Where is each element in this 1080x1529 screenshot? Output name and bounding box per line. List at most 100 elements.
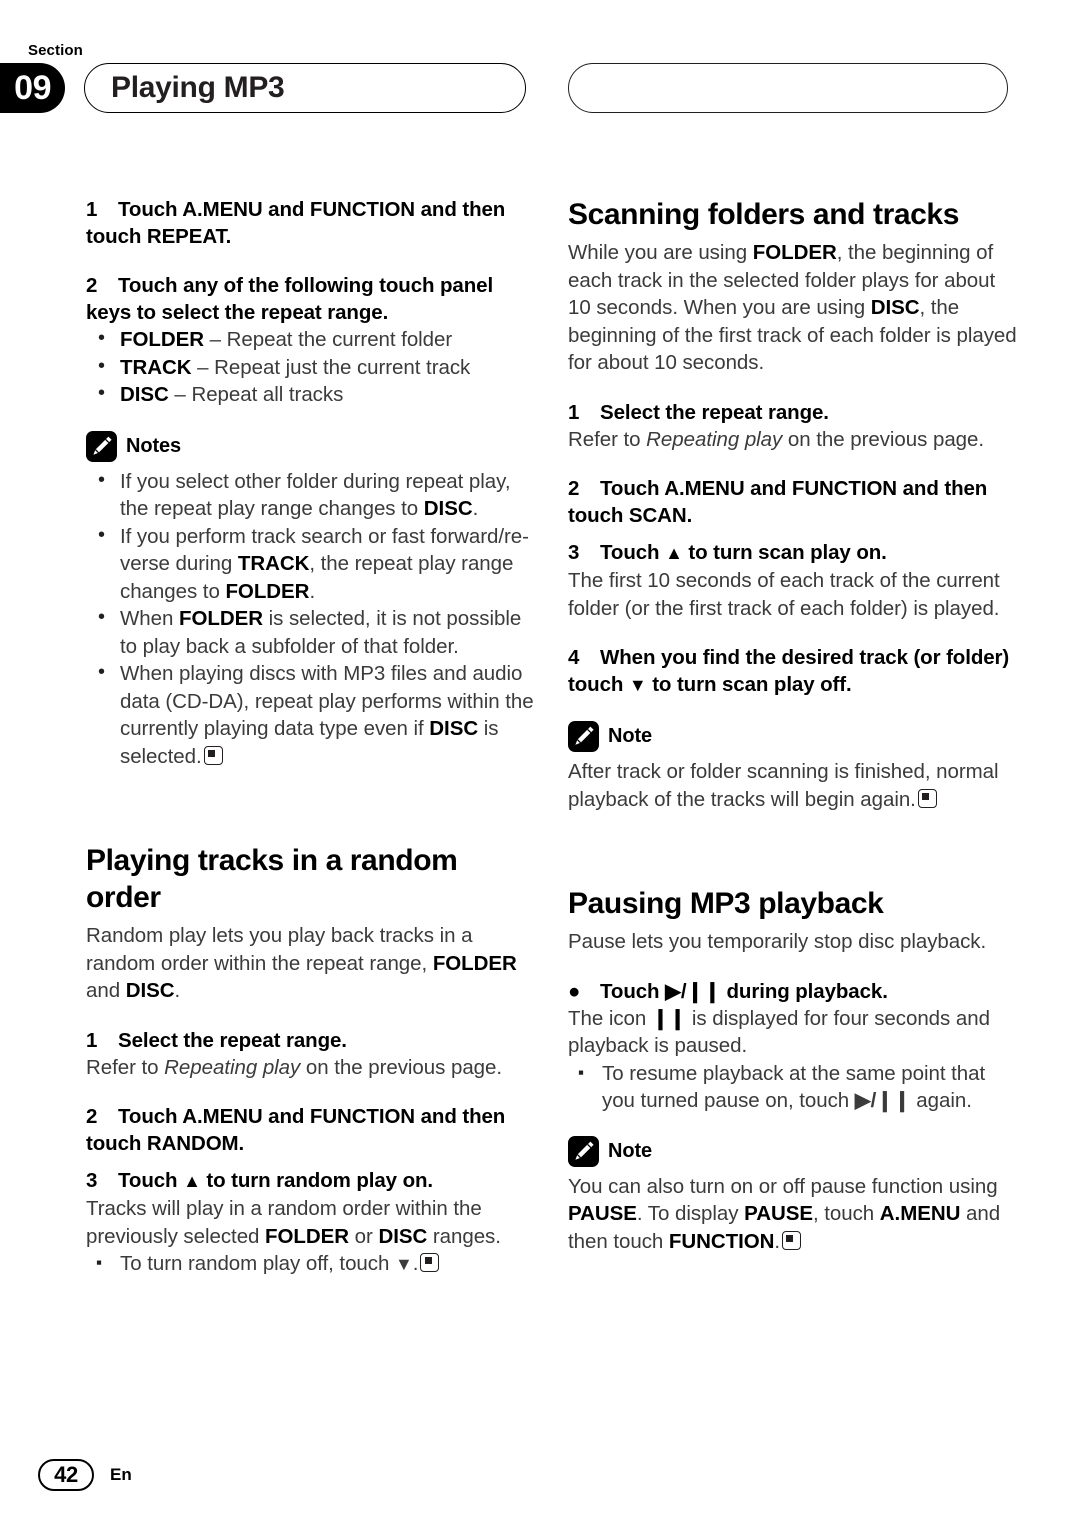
- note-title: Note: [608, 725, 653, 747]
- repeat-options-list: FOLDER – Repeat the current folder TRACK…: [86, 325, 538, 409]
- step-number: 2: [86, 1105, 98, 1128]
- paragraph-text: and: [86, 979, 126, 1002]
- paragraph: The icon ❙❙ is displayed for four second…: [568, 1005, 1020, 1060]
- end-of-section-marker: [420, 1253, 440, 1272]
- step-number: 1: [86, 1028, 98, 1052]
- paragraph-text: Random play lets you play back tracks in…: [86, 924, 473, 975]
- paragraph-bold: FOLDER: [265, 1224, 350, 1248]
- list-item: If you select other folder during repeat…: [86, 467, 538, 523]
- paragraph-text: While you are using: [568, 241, 753, 264]
- bullet-symbol: ●: [568, 979, 581, 1003]
- step-number: 4: [568, 646, 580, 669]
- step-item: 4 When you find the desired track (or fol…: [568, 644, 1020, 699]
- paragraph-text: or: [349, 1224, 379, 1248]
- step-item: 1 Select the repeat range.: [86, 1027, 538, 1054]
- section-heading: Playing tracks in a random order: [86, 844, 458, 914]
- step-text: Touch: [600, 541, 666, 564]
- page-title: Playing MP3: [84, 63, 526, 113]
- paragraph-text: The icon: [568, 1006, 652, 1030]
- triangle-down-icon: ▼: [628, 675, 647, 695]
- end-of-section-marker: [782, 1230, 802, 1250]
- note-bold: FOLDER: [179, 607, 263, 630]
- paragraph-text: To turn random play off, touch: [120, 1252, 395, 1275]
- sub-bullet-list: To turn random play off, touch ▼.: [86, 1249, 538, 1278]
- step-text: Select the repeat range.: [600, 400, 829, 424]
- step-number: 2: [568, 477, 580, 500]
- step-item: ● Touch ▶/❙❙ during playback.: [568, 978, 1020, 1005]
- paragraph: Refer to Repeating play on the previous …: [86, 1054, 538, 1082]
- list-item: If you perform track search or fast forw…: [86, 522, 538, 606]
- step-item: 2 Touch A.MENU and FUNCTION and then touc…: [568, 475, 1020, 529]
- sub-bullet-list: To resume playback at the same point tha…: [568, 1059, 1020, 1114]
- list-item: When playing discs with MP3 files and au…: [86, 659, 538, 770]
- note-text: When: [120, 607, 179, 630]
- paragraph-bold: FUNCTION: [668, 1229, 775, 1253]
- paragraph-text: .: [412, 1252, 419, 1275]
- option-desc: Repeat the current folder: [226, 328, 453, 351]
- pencil-icon: [86, 430, 117, 462]
- note-bold: TRACK: [237, 552, 310, 575]
- step-number: 3: [568, 541, 580, 564]
- step-text: to turn scan play off.: [646, 673, 852, 696]
- paragraph: The first 10 seconds of each track of th…: [568, 569, 1000, 620]
- step-text: during playback.: [720, 979, 888, 1003]
- section-heading: Scanning folders and tracks: [568, 198, 959, 231]
- page-footer: 42 En: [38, 1459, 132, 1491]
- pause-icon: ❙❙: [651, 1006, 687, 1030]
- paragraph: Pause lets you temporarily stop disc pla…: [568, 930, 987, 953]
- option-desc: Repeat just the current track: [214, 355, 471, 379]
- step-text: to turn random play on.: [200, 1169, 434, 1192]
- paragraph-text: , touch: [812, 1202, 880, 1225]
- step-item: 3 Touch ▲ to turn scan play on.: [568, 539, 1020, 567]
- note-header: Note: [568, 1135, 1020, 1167]
- paragraph: You can also turn on or off pause functi…: [568, 1173, 1020, 1256]
- paragraph-bold: DISC: [378, 1224, 428, 1248]
- paragraph-bold: PAUSE: [568, 1202, 637, 1225]
- list-item: To resume playback at the same point tha…: [568, 1059, 1020, 1114]
- list-item: FOLDER – Repeat the current folder: [86, 325, 538, 354]
- pencil-icon: [568, 721, 599, 752]
- note-text: .: [472, 497, 479, 520]
- option-dash: –: [168, 383, 192, 406]
- note-bold: DISC: [429, 717, 479, 740]
- paragraph-bold: A.MENU: [879, 1202, 961, 1225]
- paragraph: After track or folder scanning is finish…: [568, 758, 1020, 813]
- section-label: Section: [28, 42, 83, 59]
- paragraph-text: You can also turn on or off pause functi…: [568, 1174, 998, 1198]
- paragraph-text: Refer to: [568, 427, 647, 451]
- list-item: TRACK – Repeat just the current track: [86, 353, 538, 382]
- step-text: Touch any of the following touch panel k…: [86, 274, 494, 324]
- step-number: 2: [86, 274, 98, 297]
- step-number: 1: [568, 400, 580, 424]
- paragraph-text: again.: [910, 1088, 972, 1112]
- notes-title: Notes: [126, 434, 182, 457]
- triangle-down-icon: ▼: [394, 1254, 413, 1274]
- paragraph: Refer to Repeating play on the previous …: [568, 426, 1020, 454]
- play-pause-icon: ▶/❙❙: [854, 1088, 911, 1112]
- triangle-up-icon: ▲: [665, 543, 683, 563]
- note-title: Note: [608, 1139, 653, 1162]
- right-column: Scanning folders and tracks While you ar…: [568, 196, 1020, 1255]
- paragraph-bold: DISC: [125, 979, 175, 1002]
- paragraph: Tracks will play in a random order withi…: [86, 1195, 538, 1250]
- paragraph-text: ranges.: [427, 1224, 501, 1248]
- step-text: Touch: [600, 979, 666, 1003]
- paragraph-text: Refer to: [86, 1055, 165, 1079]
- list-item: To turn random play off, touch ▼.: [86, 1249, 538, 1278]
- list-item: DISC – Repeat all tracks: [86, 380, 538, 409]
- end-of-section-marker: [203, 745, 223, 765]
